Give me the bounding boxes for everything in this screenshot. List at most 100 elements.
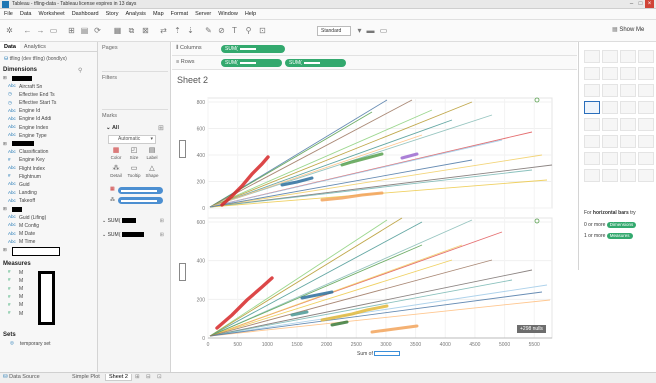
tab-data[interactable]: Data [0, 42, 20, 51]
dimension-field[interactable]: # Engine Key [0, 157, 97, 165]
new-dashboard-icon[interactable]: ⊟ [146, 374, 151, 380]
sub-marks-sum-1[interactable]: ⌄ SUM( ⊞ [102, 218, 168, 224]
dimension-field[interactable]: Abc Flight Index [0, 165, 97, 173]
dimension-field[interactable]: # Flightnum [0, 173, 97, 181]
new-sheet-icon[interactable]: ▦ [112, 25, 123, 36]
menu-item-data[interactable]: Data [20, 11, 32, 17]
worksheet-canvas[interactable]: Sheet 2 800 600 400 200 0 600 400 200 0 0 500 1000 1… [172, 70, 577, 372]
pause-updates-icon[interactable]: ▤ [79, 25, 90, 36]
menu-item-analysis[interactable]: Analysis [125, 11, 145, 17]
tooltip-button[interactable]: ▭ Tooltip [126, 164, 142, 180]
rows-pill-2[interactable]: SUM( [285, 59, 346, 67]
rows-shelf[interactable]: ≡ Rows SUM( SUM( [172, 56, 577, 70]
chart-type-tile[interactable] [584, 50, 600, 63]
dimension-field[interactable]: Abc Classification [0, 149, 97, 157]
menu-item-map[interactable]: Map [153, 11, 164, 17]
new-datasource-icon[interactable]: ⊞ [66, 25, 77, 36]
color-button[interactable]: ▦ Color [108, 146, 124, 162]
chart-type-tile[interactable] [602, 169, 618, 182]
present-icon[interactable]: ▬ [365, 25, 376, 36]
pages-card[interactable]: Pages [102, 45, 168, 72]
dimension-folder[interactable]: ⊞ [0, 141, 97, 149]
dimension-field[interactable]: ◷ Effective Start Ts [0, 100, 97, 108]
chart-type-tile[interactable] [638, 169, 654, 182]
chart-type-tile[interactable] [620, 50, 636, 63]
dimension-field[interactable]: Abc Takeoff [0, 198, 97, 206]
refresh-icon[interactable]: ⟳ [92, 25, 103, 36]
nulls-indicator[interactable]: +298 nulls [517, 325, 546, 333]
redo-icon[interactable]: → [35, 25, 46, 36]
columns-shelf[interactable]: ⦀ Columns SUM( [172, 42, 577, 56]
mark-type-select[interactable]: Automatic ▾ [108, 135, 156, 144]
search-icon[interactable]: ⚲ [78, 67, 82, 74]
swap-icon[interactable]: ⇄ [158, 25, 169, 36]
dimension-field[interactable]: Abc M Date [0, 231, 97, 239]
menu-item-window[interactable]: Window [218, 11, 238, 17]
chart-type-tile[interactable] [602, 101, 618, 114]
dimension-field[interactable]: Abc Landing [0, 190, 97, 198]
chart-type-tile[interactable] [638, 118, 654, 131]
chart-type-tile[interactable] [620, 84, 636, 97]
sort-desc-icon[interactable]: ⇣ [185, 25, 196, 36]
filters-card[interactable]: Filters [102, 75, 168, 110]
dimension-field[interactable]: Abc Engine Index [0, 124, 97, 132]
share-icon[interactable]: ▭ [378, 25, 389, 36]
tab-analytics[interactable]: Analytics [20, 42, 50, 51]
rows-pill-1[interactable]: SUM( [221, 59, 282, 67]
menu-item-server[interactable]: Server [195, 11, 211, 17]
duplicate-sheet-icon[interactable]: ⧉ [126, 25, 137, 36]
sort-asc-icon[interactable]: ⇡ [172, 25, 183, 36]
tab-simple-plot[interactable]: Simple Plot [72, 374, 100, 380]
horizontal-bars-chart-tile[interactable] [584, 101, 600, 114]
dimension-folder[interactable]: ⊞ [0, 75, 97, 83]
dimension-field[interactable]: Abc Aircraft Sn [0, 83, 97, 91]
fix-axes-icon[interactable]: ⚲ [243, 25, 254, 36]
tableau-logo-icon[interactable]: ✲ [4, 25, 15, 36]
dimension-field[interactable]: Abc Engine Id Addi [0, 116, 97, 124]
group-icon[interactable]: ⊘ [216, 25, 227, 36]
labels-icon[interactable]: T [229, 25, 240, 36]
chart-type-tile[interactable] [638, 84, 654, 97]
marks-all-toggle[interactable]: ⌄ All [106, 125, 119, 131]
dimension-folder[interactable]: ⊞ [0, 206, 97, 214]
chart-type-tile[interactable] [602, 135, 618, 148]
dimension-field[interactable]: ◷ Effective End Ts [0, 91, 97, 99]
columns-pill[interactable]: SUM( [221, 45, 285, 53]
dimension-field[interactable]: Abc Guid (Lifing) [0, 214, 97, 222]
chart-type-tile[interactable] [620, 152, 636, 165]
dimension-field[interactable]: Abc Engine Type [0, 132, 97, 140]
dimension-field[interactable]: Abc Guid [0, 181, 97, 189]
chart-type-tile[interactable] [638, 50, 654, 63]
dimension-field[interactable]: Abc M Time [0, 239, 97, 247]
chart-type-tile[interactable] [620, 118, 636, 131]
chart-type-tile[interactable] [602, 118, 618, 131]
fit-select[interactable]: Standard [317, 26, 351, 36]
chart-type-tile[interactable] [620, 67, 636, 80]
tab-sheet-2[interactable]: Sheet 2 [105, 374, 132, 381]
menu-item-worksheet[interactable]: Worksheet [39, 11, 65, 17]
menu-item-file[interactable]: File [4, 11, 13, 17]
set-item[interactable]: ◎ temporary set [0, 340, 97, 348]
minimize-button[interactable]: – [627, 0, 636, 8]
dimension-field[interactable]: Abc M Config [0, 222, 97, 230]
detail-pill[interactable] [118, 197, 163, 204]
chart-type-tile[interactable] [602, 50, 618, 63]
chart-type-tile[interactable] [620, 101, 636, 114]
chart-type-tile[interactable] [602, 67, 618, 80]
dimension-field[interactable]: Abc Engine Id [0, 108, 97, 116]
chart-type-tile[interactable] [584, 67, 600, 80]
new-worksheet-icon[interactable]: ⊞ [135, 374, 140, 380]
menu-item-dashboard[interactable]: Dashboard [72, 11, 99, 17]
menu-item-format[interactable]: Format [171, 11, 188, 17]
chart-type-tile[interactable] [638, 152, 654, 165]
chart-type-tile[interactable] [638, 67, 654, 80]
format-icon[interactable]: ⊡ [257, 25, 268, 36]
chart-type-tile[interactable] [584, 169, 600, 182]
dimension-folder[interactable]: ⊞ [0, 247, 97, 257]
new-story-icon[interactable]: ⊡ [157, 374, 162, 380]
chart-type-tile[interactable] [620, 169, 636, 182]
color-pill[interactable] [118, 187, 163, 194]
chart-type-tile[interactable] [638, 101, 654, 114]
menu-item-help[interactable]: Help [245, 11, 256, 17]
chevron-down-icon[interactable]: ▾ [354, 25, 365, 36]
